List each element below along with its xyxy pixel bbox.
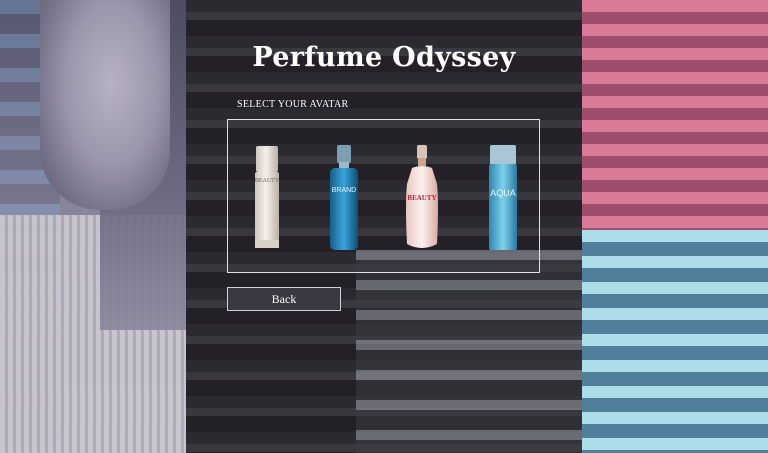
svg-text:AQUA: AQUA: [490, 188, 516, 198]
avatar-option-1[interactable]: BEAUTY: [252, 144, 282, 257]
blue-perfume-bottle-icon: BRAND: [330, 145, 358, 250]
avatar-option-2[interactable]: BRAND: [328, 144, 360, 257]
pink-perfume-bottle-icon: BEAUTY: [406, 145, 438, 248]
avatar-option-4[interactable]: AQUA: [486, 144, 520, 257]
avatar-option-3[interactable]: BEAUTY: [404, 144, 440, 257]
page-title: Perfume Odyssey: [252, 42, 516, 73]
select-avatar-label: SELECT YOUR AVATAR: [237, 99, 349, 110]
back-button[interactable]: Back: [227, 287, 341, 311]
svg-text:BRAND: BRAND: [332, 187, 357, 194]
aqua-perfume-bottle-icon: AQUA: [489, 145, 517, 250]
svg-text:BEAUTY: BEAUTY: [407, 194, 436, 202]
svg-text:BEAUTY: BEAUTY: [255, 178, 280, 184]
avatar-selector: BEAUTY BRAND BEAUTY AQUA: [227, 119, 540, 273]
white-perfume-bottle-icon: BEAUTY: [255, 146, 280, 248]
